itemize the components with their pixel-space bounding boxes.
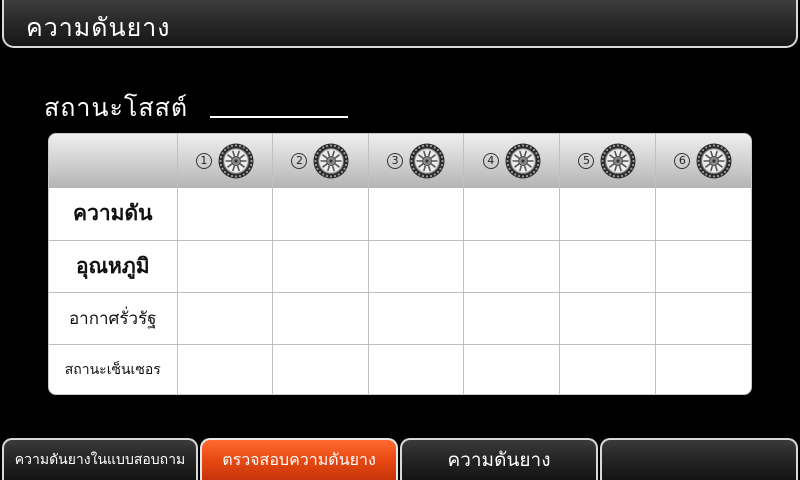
table-header-corner — [49, 134, 178, 188]
table-row: สถานะเซ็นเซอร — [49, 344, 751, 394]
table-row: อุณหภูมิ — [49, 240, 751, 293]
tab-label: ความดันยาง — [447, 449, 551, 471]
tire-icon — [600, 143, 636, 179]
tire-icon — [696, 143, 732, 179]
table-cell — [463, 292, 561, 345]
table-cell — [272, 240, 369, 293]
tire-number: 2 — [291, 153, 308, 169]
title-bar: ความดันยาง — [2, 0, 798, 48]
table-cell — [177, 292, 274, 345]
table-cell — [655, 292, 751, 345]
tire-column-header: 1 — [177, 134, 274, 188]
tire-number: 5 — [578, 153, 595, 169]
table-row: อากาศรั่วรัฐ — [49, 292, 751, 345]
page-title: ความดันยาง — [26, 13, 171, 42]
table-cell — [272, 188, 369, 241]
table-cell — [559, 188, 656, 241]
table-cell — [177, 188, 274, 241]
table-cell — [368, 240, 465, 293]
table-row: ความดัน — [49, 188, 751, 241]
table-cell — [272, 344, 369, 394]
tab-label: ตรวจสอบความดันยาง — [222, 449, 376, 469]
tire-column-header: 5 — [559, 134, 656, 188]
tire-icon — [409, 143, 445, 179]
table-cell — [463, 240, 561, 293]
table-cell — [368, 188, 465, 241]
tire-icon — [218, 143, 254, 179]
tire-column-header: 4 — [463, 134, 561, 188]
tire-number: 6 — [674, 153, 691, 169]
row-label-pressure: ความดัน — [49, 188, 178, 241]
tire-number: 1 — [195, 153, 212, 169]
table-cell — [559, 292, 656, 345]
table-cell — [368, 292, 465, 345]
tab-tire-pressure[interactable]: ความดันยาง — [400, 438, 598, 480]
tire-column-header: 2 — [272, 134, 369, 188]
tire-column-header: 6 — [655, 134, 751, 188]
table-cell — [559, 240, 656, 293]
row-label-sensor-status: สถานะเซ็นเซอร — [49, 344, 178, 394]
table-cell — [655, 188, 751, 241]
tire-data-table: 1 2 3 4 5 6 ความดัน อุณหภูมิ อากาศรั่วรั… — [48, 133, 752, 395]
table-cell — [559, 344, 656, 394]
sensor-status-row: สถานะโสสต์ — [44, 88, 348, 128]
tire-column-header: 3 — [368, 134, 465, 188]
table-cell — [272, 292, 369, 345]
tab-pressure-questionnaire[interactable]: ความดันยางในแบบสอบถาม — [2, 438, 198, 480]
tab-check-tire-pressure[interactable]: ตรวจสอบความดันยาง — [200, 438, 398, 480]
tire-icon — [313, 143, 349, 179]
row-label-temperature: อุณหภูมิ — [49, 240, 178, 293]
tire-number: 3 — [387, 153, 404, 169]
tab-label: ความดันยางในแบบสอบถาม — [14, 452, 186, 468]
tire-icon — [505, 143, 541, 179]
tire-number: 4 — [482, 153, 499, 169]
table-cell — [463, 188, 561, 241]
sensor-status-value-line — [210, 116, 348, 118]
table-cell — [177, 240, 274, 293]
row-label-air-leak: อากาศรั่วรัฐ — [49, 292, 178, 345]
table-cell — [655, 240, 751, 293]
table-cell — [655, 344, 751, 394]
table-cell — [177, 344, 274, 394]
tab-empty[interactable] — [600, 438, 798, 480]
table-cell — [463, 344, 561, 394]
table-cell — [368, 344, 465, 394]
sensor-status-label: สถานะโสสต์ — [44, 93, 189, 122]
table-header-row: 1 2 3 4 5 6 — [49, 134, 751, 188]
